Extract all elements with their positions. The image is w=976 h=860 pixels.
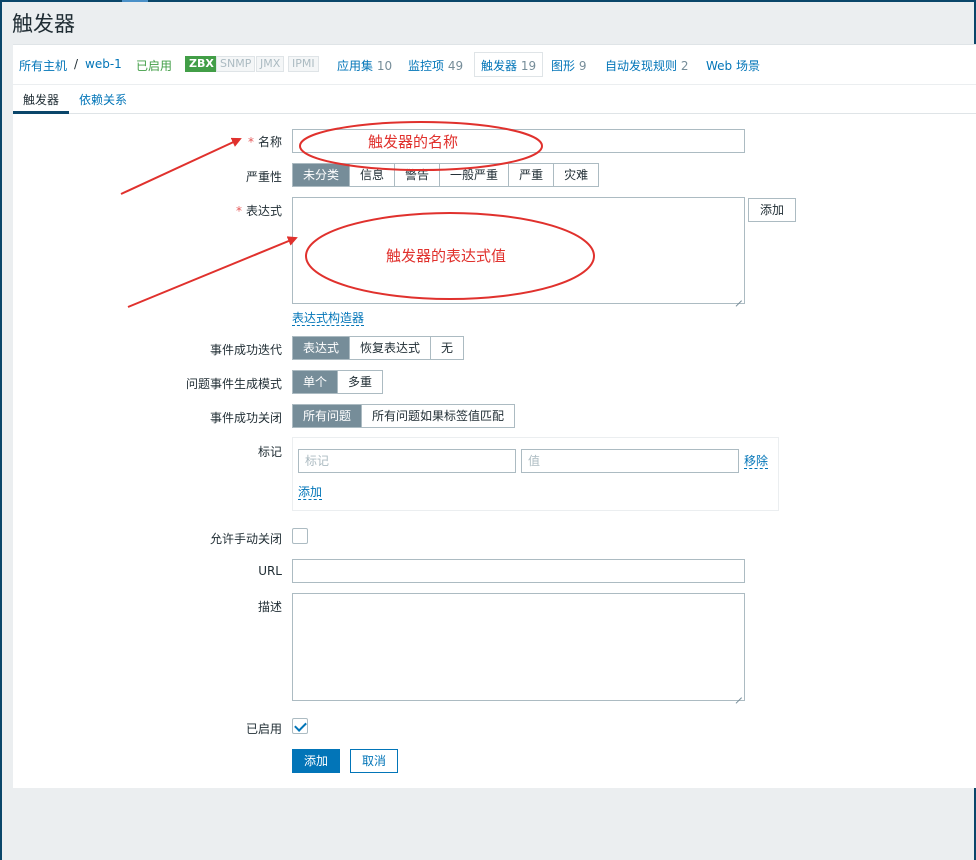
nav-discovery-rules[interactable]: 自动发现规则 2	[605, 57, 688, 74]
ok-event-recovery-expression[interactable]: 恢复表达式	[350, 337, 432, 359]
nav-web-scenarios[interactable]: Web 场景	[706, 57, 760, 74]
severity-disaster[interactable]: 灾难	[554, 164, 598, 186]
host-status[interactable]: 已启用	[136, 57, 172, 74]
description-label: 描述	[257, 600, 282, 614]
tag-add-link[interactable]: 添加	[298, 485, 323, 500]
problem-mode-single[interactable]: 单个	[293, 371, 339, 393]
description-textarea[interactable]	[292, 593, 745, 701]
url-input[interactable]	[292, 559, 745, 583]
nav-applications[interactable]: 应用集 10	[337, 57, 392, 74]
zbx-badge: ZBX	[185, 56, 218, 72]
ok-event-expression[interactable]: 表达式	[293, 337, 351, 359]
url-label: URL	[258, 564, 282, 578]
enabled-checkbox[interactable]	[292, 718, 308, 734]
ok-close-all-problems[interactable]: 所有问题	[293, 405, 363, 427]
ok-event-none[interactable]: 无	[431, 337, 463, 359]
manual-close-label: 允许手动关闭	[209, 532, 282, 546]
enabled-label: 已启用	[245, 722, 282, 736]
severity-high[interactable]: 严重	[509, 164, 555, 186]
nav-items[interactable]: 监控项 49	[408, 57, 463, 74]
annotation-expression-note: 触发器的表达式值	[386, 247, 507, 265]
nav-triggers-active[interactable]: 触发器 19	[474, 52, 544, 77]
nav-graphs[interactable]: 图形 9	[551, 57, 586, 74]
severity-warning[interactable]: 警告	[395, 164, 441, 186]
cancel-button[interactable]: 取消	[350, 749, 399, 773]
expression-add-button[interactable]: 添加	[748, 198, 797, 222]
top-border	[0, 0, 976, 2]
tab-trigger[interactable]: 触发器	[13, 84, 69, 114]
tags-label: 标记	[257, 445, 282, 459]
severity-information[interactable]: 信息	[350, 164, 396, 186]
expression-resize-handle[interactable]	[735, 294, 743, 302]
snmp-badge: SNMP	[216, 56, 256, 72]
left-border	[0, 0, 2, 860]
severity-not-classified[interactable]: 未分类	[293, 164, 351, 186]
problem-mode-multiple[interactable]: 多重	[338, 371, 382, 393]
description-resize-handle[interactable]	[735, 691, 743, 699]
manual-close-checkbox[interactable]	[292, 528, 308, 544]
submit-add-button[interactable]: 添加	[292, 749, 341, 773]
ok-event-label: 事件成功迭代	[209, 343, 282, 357]
severity-average[interactable]: 一般严重	[440, 164, 510, 186]
breadcrumb-separator: /	[74, 57, 79, 71]
breadcrumb-all-hosts[interactable]: 所有主机	[19, 57, 67, 74]
severity-label: 严重性	[245, 170, 282, 184]
annotation-name-note: 触发器的名称	[368, 133, 459, 151]
tab-dependencies[interactable]: 依赖关系	[79, 84, 127, 114]
expression-constructor-link[interactable]: 表达式构造器	[292, 311, 365, 326]
tag-remove-link[interactable]: 移除	[744, 454, 769, 469]
problem-mode-label: 问题事件生成模式	[185, 377, 282, 391]
jmx-badge: JMX	[256, 56, 285, 72]
breadcrumb-host[interactable]: web-1	[85, 57, 122, 71]
ok-close-label: 事件成功关闭	[209, 411, 282, 425]
page-title: 触发器	[12, 12, 75, 36]
expression-textarea[interactable]	[292, 197, 745, 304]
ok-close-selector: 所有问题 所有问题如果标签值匹配	[292, 404, 516, 428]
tabs-divider	[13, 113, 976, 114]
name-input[interactable]	[292, 129, 745, 153]
tag-value-input[interactable]	[521, 449, 739, 473]
ok-close-tag-match[interactable]: 所有问题如果标签值匹配	[362, 405, 514, 427]
tag-name-input[interactable]	[298, 449, 516, 473]
name-label: * 名称	[247, 135, 282, 149]
ok-event-selector: 表达式 恢复表达式 无	[292, 336, 465, 360]
ipmi-badge: IPMI	[288, 56, 319, 72]
severity-selector: 未分类 信息 警告 一般严重 严重 灾难	[292, 163, 600, 187]
expression-label: * 表达式	[235, 204, 282, 218]
problem-mode-selector: 单个 多重	[292, 370, 384, 394]
